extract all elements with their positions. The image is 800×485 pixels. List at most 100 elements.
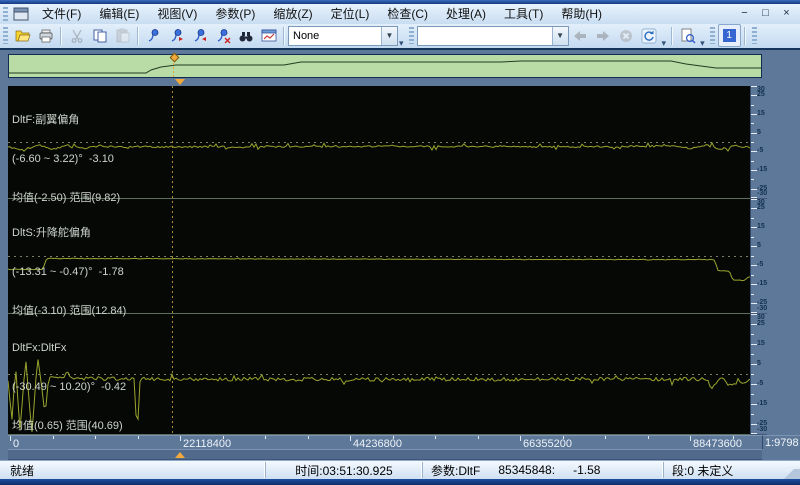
chart-window-icon: [261, 28, 277, 44]
client-area: DltF:副翼偏角 (-6.60 ~ 3.22)° -3.10 均值(-2.50…: [0, 50, 800, 460]
status-time: 时间:03:51:30.925: [265, 462, 422, 478]
restore-button[interactable]: □: [756, 5, 775, 22]
forward-arrow-icon: [595, 28, 611, 44]
panel-range: (-6.60 ~ 3.22)° -3.10: [12, 153, 120, 166]
toolbar-overflow-icon[interactable]: ▾: [398, 38, 406, 48]
chart-settings-button[interactable]: [257, 24, 280, 47]
panel-stats: 均值(0.65) 范围(40.69): [12, 420, 126, 433]
menu-parameter[interactable]: 参数(P): [206, 3, 264, 24]
application-window: 文件(F) 编辑(E) 视图(V) 参数(P) 缩放(Z) 定位(L) 检查(C…: [0, 0, 800, 485]
copy-icon: [92, 28, 108, 44]
panel-legend: DltFx:DltFx (-30.49 ~ 10.20)° -0.42 均值(0…: [12, 316, 126, 459]
resize-grip[interactable]: [784, 463, 800, 479]
page-1-button[interactable]: 1: [718, 24, 741, 47]
overview-profile-line: [9, 55, 761, 77]
overview-strip[interactable]: [8, 54, 762, 78]
panel-range: (-30.49 ~ 10.20)° -0.42: [12, 381, 126, 394]
plot-area[interactable]: DltF:副翼偏角 (-6.60 ~ 3.22)° -3.10 均值(-2.50…: [8, 86, 750, 434]
panel-title: DltS:升降舵偏角: [12, 227, 126, 240]
cursor-marker-up-icon[interactable]: [175, 452, 185, 458]
menu-view[interactable]: 视图(V): [148, 3, 206, 24]
back-button: [569, 24, 592, 47]
marker-add-button[interactable]: [142, 24, 165, 47]
status-param-name: 参数:DltF: [431, 462, 480, 479]
stop-icon: [618, 28, 634, 44]
chevron-down-icon[interactable]: ▼: [552, 27, 568, 45]
scissors-icon: [69, 28, 85, 44]
chevron-down-icon[interactable]: ▼: [381, 27, 397, 45]
open-folder-icon: [15, 28, 31, 44]
y-axis-ruler: 3025155-5-15-25-303025155-5-15-25-303025…: [750, 86, 767, 435]
status-segment: 段:0 未定义: [663, 462, 784, 478]
panel-title: DltF:副翼偏角: [12, 114, 120, 127]
status-param-address: 85345848:: [498, 463, 555, 477]
marker-combobox-value: None: [289, 30, 381, 42]
status-ready: 就绪: [0, 462, 265, 479]
marker-prev-button[interactable]: [188, 24, 211, 47]
status-parameter: 参数:DltF 85345848: -1.58: [422, 462, 663, 478]
stop-button: [615, 24, 638, 47]
toolbar-separator: [744, 27, 746, 45]
cut-button: [65, 24, 88, 47]
cursor-track-top[interactable]: [8, 78, 762, 86]
toolbar-separator: [60, 27, 62, 45]
status-param-value: -1.58: [573, 463, 600, 477]
minimize-button[interactable]: −: [735, 5, 754, 22]
toolbar-separator: [671, 27, 673, 45]
panel-range: (-13.31 ~ -0.47)° -1.78: [12, 266, 126, 279]
menu-file[interactable]: 文件(F): [33, 3, 90, 24]
marker-delete-button[interactable]: [211, 24, 234, 47]
paste-button: [111, 24, 134, 47]
marker-next-button[interactable]: [165, 24, 188, 47]
back-arrow-icon: [572, 28, 588, 44]
menu-edit[interactable]: 编辑(E): [90, 3, 148, 24]
toolbar-overflow-icon[interactable]: ▾: [661, 38, 669, 48]
marker-pin-prev-icon: [192, 28, 208, 44]
marker-combobox[interactable]: None ▼: [288, 26, 398, 46]
refresh-button[interactable]: [638, 24, 661, 47]
menu-help[interactable]: 帮助(H): [552, 3, 611, 24]
window-controls: − □ ×: [735, 5, 800, 22]
print-button[interactable]: [34, 24, 57, 47]
toolbar-grip[interactable]: [710, 27, 715, 44]
scale-ratio-label: 1:9798: [762, 435, 800, 449]
panel-title: DltFx:DltFx: [12, 342, 126, 355]
menu-tools[interactable]: 工具(T): [495, 3, 552, 24]
forward-button: [592, 24, 615, 47]
marker-pin-delete-icon: [215, 28, 231, 44]
marker-pin-icon: [146, 28, 162, 44]
time-cursor-line: [172, 86, 173, 434]
printer-icon: [38, 28, 54, 44]
menu-process[interactable]: 处理(A): [437, 3, 495, 24]
status-bar: 就绪 时间:03:51:30.925 参数:DltF 85345848: -1.…: [0, 460, 800, 480]
toolbar-grip[interactable]: [409, 27, 414, 44]
open-button[interactable]: [11, 24, 34, 47]
toolbar-grip[interactable]: [3, 27, 8, 44]
toolbar: None ▼ ▾ ▼ ▾ ▾ 1: [0, 24, 800, 50]
chart-panel-dltf[interactable]: DltF:副翼偏角 (-6.60 ~ 3.22)° -3.10 均值(-2.50…: [8, 86, 750, 199]
menu-zoom[interactable]: 缩放(Z): [264, 3, 321, 24]
toolbar-overflow-icon[interactable]: ▾: [699, 38, 707, 48]
chart-panel-dltfx[interactable]: DltFx:DltFx (-30.49 ~ 10.20)° -0.42 均值(0…: [8, 314, 750, 435]
page-1-label: 1: [723, 29, 736, 42]
magnifier-document-icon: [680, 28, 696, 44]
toolbar-separator: [137, 27, 139, 45]
app-icon[interactable]: [13, 7, 29, 21]
menu-bar: 文件(F) 编辑(E) 视图(V) 参数(P) 缩放(Z) 定位(L) 检查(C…: [0, 4, 800, 24]
menu-inspect[interactable]: 检查(C): [378, 3, 437, 24]
marker-pin-next-icon: [169, 28, 185, 44]
toolbar-grip[interactable]: [752, 27, 757, 44]
close-button[interactable]: ×: [777, 5, 796, 22]
binoculars-icon: [238, 28, 254, 44]
refresh-icon: [641, 28, 657, 44]
menubar-grip[interactable]: [3, 7, 8, 21]
chart-panel-dlts[interactable]: DltS:升降舵偏角 (-13.31 ~ -0.47)° -1.78 均值(-3…: [8, 199, 750, 314]
cursor-marker-down-icon[interactable]: [175, 79, 185, 85]
menu-locate[interactable]: 定位(L): [322, 3, 379, 24]
find-button[interactable]: [234, 24, 257, 47]
clipboard-icon: [115, 28, 131, 44]
window-bottom-border: [0, 479, 800, 485]
zoom-preview-button[interactable]: [676, 24, 699, 47]
copy-button[interactable]: [88, 24, 111, 47]
navigation-combobox[interactable]: ▼: [417, 26, 569, 46]
